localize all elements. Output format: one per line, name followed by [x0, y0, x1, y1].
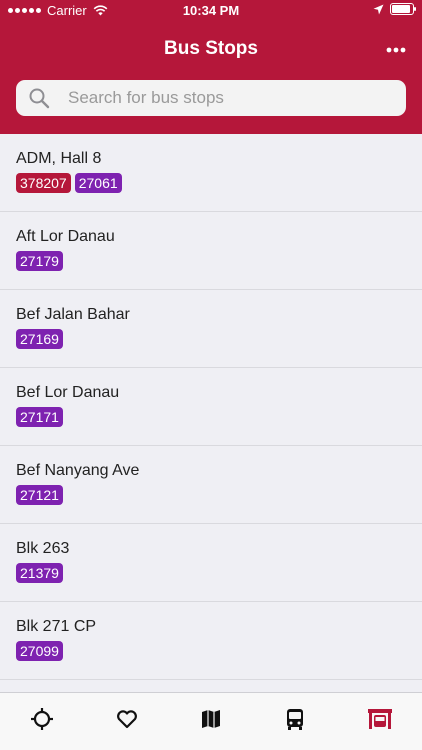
- bus-stop-name: Bef Nanyang Ave: [16, 462, 140, 479]
- search-bar[interactable]: [16, 80, 406, 116]
- search-icon: [29, 88, 50, 109]
- stop-code-badge[interactable]: 27121: [16, 485, 63, 505]
- tab-crosshair[interactable]: [0, 693, 84, 745]
- bus-icon: [283, 707, 307, 731]
- stop-code-badges: 21379: [16, 563, 406, 583]
- tab-map[interactable]: [169, 693, 253, 745]
- bus-stop-row[interactable]: Aft Lor Danau 27179: [0, 212, 422, 290]
- bus-stop-name: Bef Lor Danau: [16, 384, 120, 401]
- location-arrow-icon: [373, 4, 384, 14]
- stop-code-badge[interactable]: 27061: [74, 173, 122, 193]
- search-input[interactable]: [66, 87, 370, 109]
- stop-code-badge[interactable]: 27169: [16, 329, 63, 349]
- stop-code-badges: 378207 27061: [16, 173, 406, 193]
- crosshair-icon: [30, 707, 54, 731]
- stop-list: ADM, Hall 8 378207 27061 Aft Lor Danau 27179…: [0, 134, 422, 692]
- header: Carrier 10:34 PM Bus Stops: [0, 0, 422, 134]
- stop-code-badges: 27121: [16, 485, 406, 505]
- bus-stop-name: ADM, Hall 8: [16, 150, 102, 167]
- battery-icon: [390, 3, 416, 15]
- heart-icon: [115, 707, 139, 731]
- stop-code-badge[interactable]: 27099: [16, 641, 63, 661]
- bus-stop-name: Blk 271 CP: [16, 618, 97, 635]
- stop-code-badge[interactable]: 27171: [16, 407, 63, 427]
- tab-bar: [0, 692, 422, 750]
- bus-stop-row[interactable]: Blk 271 CP 27099: [0, 602, 422, 680]
- stop-code-badges: 27169: [16, 329, 406, 349]
- bus-stop-name: Bef Jalan Bahar: [16, 306, 130, 323]
- tab-bus[interactable]: [253, 693, 337, 745]
- map-icon: [199, 707, 223, 731]
- stop-code-badge[interactable]: 378207: [16, 173, 71, 193]
- tab-heart[interactable]: [84, 693, 168, 745]
- bus-stop-row[interactable]: Blk 263 21379: [0, 524, 422, 602]
- stop-code-badge[interactable]: 21379: [16, 563, 63, 583]
- bus-stop-icon: [367, 707, 393, 731]
- stop-code-badges: 27099: [16, 641, 406, 661]
- bus-stop-name: Aft Lor Danau: [16, 228, 115, 245]
- bus-stop-row[interactable]: ADM, Hall 8 378207 27061: [0, 134, 422, 212]
- status-bar: Carrier 10:34 PM: [0, 0, 422, 22]
- tab-bus-stop[interactable]: [338, 693, 422, 745]
- ellipsis-icon: [386, 47, 406, 53]
- status-time: 10:34 PM: [182, 3, 240, 18]
- bus-stop-row[interactable]: Bef Nanyang Ave 27121: [0, 446, 422, 524]
- page-title: Bus Stops: [164, 38, 258, 59]
- stop-code-badges: 27171: [16, 407, 406, 427]
- bus-stop-row[interactable]: Bef Lor Danau 27171: [0, 368, 422, 446]
- bus-stop-name: Blk 263: [16, 540, 70, 557]
- bus-stop-row[interactable]: Bef Jalan Bahar 27169: [0, 290, 422, 368]
- more-button[interactable]: [384, 38, 408, 62]
- stop-code-badge[interactable]: 27179: [16, 251, 63, 271]
- stop-code-badges: 27179: [16, 251, 406, 271]
- status-right: [373, 3, 416, 15]
